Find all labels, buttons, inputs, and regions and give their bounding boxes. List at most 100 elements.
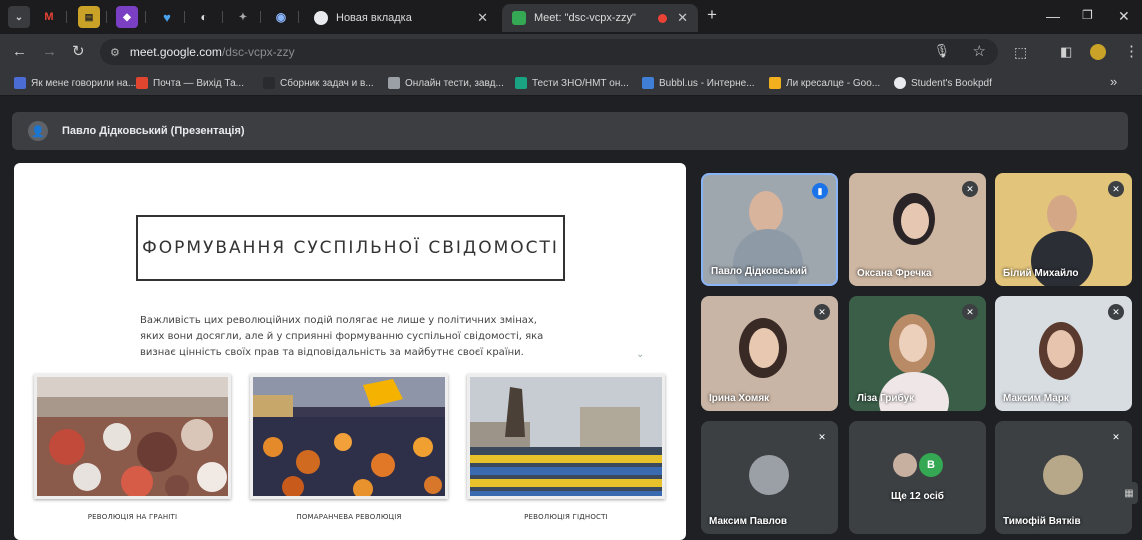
participant-tile[interactable]: ✕ Оксана Фречка bbox=[849, 173, 986, 286]
mic-off-icon: ✕ bbox=[962, 181, 978, 197]
menu-icon[interactable]: ⋮ bbox=[1124, 43, 1139, 61]
bookmark-icon bbox=[136, 77, 148, 89]
site-info-icon[interactable]: ⚙ bbox=[110, 46, 120, 59]
pinned-tab-icon[interactable]: ✦ bbox=[232, 6, 254, 28]
microphone-icon[interactable]: 🎙 bbox=[933, 43, 950, 59]
bookmark-item[interactable]: Student's Bookpdf bbox=[894, 75, 992, 91]
participant-video bbox=[901, 203, 929, 239]
tab-divider bbox=[184, 11, 185, 23]
bookmark-item[interactable]: Bubbl.us - Интерне... bbox=[642, 75, 755, 91]
participant-tile[interactable]: ✕ Максим Павлов bbox=[701, 421, 838, 534]
tab-new-tab[interactable]: Новая вкладка ✕ bbox=[304, 4, 498, 32]
pinned-tab-icon[interactable]: ♥ bbox=[156, 6, 178, 28]
tab-search-icon[interactable]: ⌄ bbox=[8, 6, 30, 28]
address-bar[interactable]: ⚙ meet.google.com /dsc-vcpx-zzy 🎙 ☆ bbox=[100, 39, 998, 65]
participant-name: Максим Марк bbox=[1003, 393, 1069, 404]
more-participants-label: Ще 12 осіб bbox=[891, 491, 944, 502]
photo-caption: РЕВОЛЮЦІЯ НА ГРАНІТІ bbox=[87, 513, 178, 521]
forward-icon[interactable]: → bbox=[42, 43, 57, 61]
side-panel-icon[interactable]: ◧ bbox=[1060, 43, 1072, 61]
bookmark-item[interactable]: Сборник задач и в... bbox=[263, 75, 374, 91]
bookmark-label: Student's Bookpdf bbox=[911, 77, 992, 89]
participant-name: Максим Павлов bbox=[709, 516, 788, 527]
bookmarks-bar: Як мене говорили на... Почта — Вихід Та.… bbox=[0, 70, 1142, 96]
browser-toolbar: ← → ↻ ⚙ meet.google.com /dsc-vcpx-zzy 🎙 … bbox=[0, 34, 1142, 70]
gmail-tab-icon[interactable]: M bbox=[38, 6, 60, 28]
maidan-photo-image bbox=[470, 377, 662, 496]
bookmark-icon bbox=[263, 77, 275, 89]
bookmark-label: Онлайн тести, завд... bbox=[405, 77, 504, 89]
crowd-photo-image bbox=[253, 377, 445, 496]
bookmark-label: Сборник задач и в... bbox=[280, 77, 374, 89]
photo-caption: ПОМАРАНЧЕВА РЕВОЛЮЦІЯ bbox=[296, 513, 402, 521]
participant-tile[interactable]: ▮ Павло Дідковський bbox=[701, 173, 838, 286]
slide-photo-granite bbox=[34, 374, 231, 499]
participant-tile[interactable]: ✕ Максим Марк bbox=[995, 296, 1132, 411]
tab-divider bbox=[145, 11, 146, 23]
meet-icon bbox=[512, 11, 526, 25]
back-icon[interactable]: ← bbox=[12, 43, 27, 61]
participant-tile[interactable]: ✕ Тимофій Вятків bbox=[995, 421, 1132, 534]
avatar bbox=[749, 455, 789, 495]
presenter-bar: 👤 Павло Дідковський (Презентація) bbox=[12, 112, 1128, 150]
new-tab-button[interactable]: + bbox=[707, 5, 717, 25]
extensions-icon[interactable]: ⬚ bbox=[1014, 43, 1027, 61]
tab-title: Meet: "dsc-vcpx-zzy" bbox=[534, 12, 636, 24]
participant-name: Ірина Хомяк bbox=[709, 393, 770, 404]
url-path: /dsc-vcpx-zzy bbox=[221, 45, 295, 59]
slide-pointer-icon: ⌄ bbox=[636, 349, 645, 360]
bookmark-label: Bubbl.us - Интерне... bbox=[659, 77, 755, 89]
pinned-tab-icon[interactable]: ▤ bbox=[78, 6, 100, 28]
bookmark-item[interactable]: Як мене говорили на... bbox=[14, 75, 136, 91]
minimize-icon[interactable]: — bbox=[1046, 8, 1060, 24]
profile-avatar[interactable] bbox=[1090, 44, 1106, 60]
slide-photo-orange bbox=[250, 374, 448, 499]
side-panel-toggle-icon[interactable]: ▦ bbox=[1120, 482, 1138, 504]
speaking-indicator-icon: ▮ bbox=[812, 183, 828, 199]
participant-name: Оксана Фречка bbox=[857, 268, 932, 279]
pinned-tab-icon[interactable]: ◐ bbox=[193, 6, 215, 28]
mic-off-icon: ✕ bbox=[814, 304, 830, 320]
more-participants-tile[interactable]: B Ще 12 осіб bbox=[849, 421, 986, 534]
participant-tile[interactable]: ✕ Ліза Грибук bbox=[849, 296, 986, 411]
bookmark-icon bbox=[769, 77, 781, 89]
close-icon[interactable]: ✕ bbox=[477, 10, 488, 26]
avatar bbox=[1043, 455, 1083, 495]
photo-caption: РЕВОЛЮЦІЯ ГІДНОСТІ bbox=[524, 513, 608, 521]
slide-photo-dignity bbox=[467, 374, 665, 499]
presentation-slide: ФОРМУВАННЯ СУСПІЛЬНОЇ СВІДОМОСТІ Важливі… bbox=[14, 163, 686, 540]
participant-tile[interactable]: ✕ Білий Михайло bbox=[995, 173, 1132, 286]
tab-divider bbox=[106, 11, 107, 23]
bookmark-item[interactable]: Ли кресалце - Goo... bbox=[769, 75, 880, 91]
mic-off-icon: ✕ bbox=[814, 429, 830, 445]
pinned-tab-icon[interactable]: ◉ bbox=[270, 6, 292, 28]
reload-icon[interactable]: ↻ bbox=[72, 43, 85, 61]
slide-title-box: ФОРМУВАННЯ СУСПІЛЬНОЇ СВІДОМОСТІ bbox=[136, 215, 565, 281]
participant-video bbox=[1047, 330, 1075, 368]
tab-divider bbox=[298, 11, 299, 23]
participant-video bbox=[749, 191, 783, 233]
bookmark-item[interactable]: Тести ЗНО/НМТ он... bbox=[515, 75, 629, 91]
bookmark-icon bbox=[388, 77, 400, 89]
tab-meet[interactable]: Meet: "dsc-vcpx-zzy" ✕ bbox=[502, 4, 698, 32]
participant-video bbox=[899, 324, 927, 362]
participant-tile[interactable]: ✕ Ірина Хомяк bbox=[701, 296, 838, 411]
close-window-icon[interactable]: ✕ bbox=[1118, 8, 1130, 25]
participant-video bbox=[879, 372, 949, 411]
participant-name: Білий Михайло bbox=[1003, 268, 1079, 279]
pinned-tab-icon[interactable]: ◆ bbox=[116, 6, 138, 28]
bookmark-item[interactable]: Онлайн тести, завд... bbox=[388, 75, 504, 91]
bookmark-icon bbox=[642, 77, 654, 89]
bookmark-star-icon[interactable]: ☆ bbox=[973, 42, 986, 60]
close-icon[interactable]: ✕ bbox=[677, 10, 688, 26]
bookmark-item[interactable]: Почта — Вихід Та... bbox=[136, 75, 244, 91]
maximize-icon[interactable]: ❐ bbox=[1082, 8, 1093, 22]
tab-title: Новая вкладка bbox=[336, 12, 412, 24]
bookmark-icon bbox=[894, 77, 906, 89]
bookmark-icon bbox=[14, 77, 26, 89]
crowd-photo-image bbox=[37, 377, 228, 496]
chrome-icon bbox=[314, 11, 328, 25]
participant-video bbox=[1047, 195, 1077, 233]
bookmarks-overflow-button[interactable]: » bbox=[1110, 73, 1117, 89]
presentation-icon: 👤 bbox=[28, 121, 48, 141]
